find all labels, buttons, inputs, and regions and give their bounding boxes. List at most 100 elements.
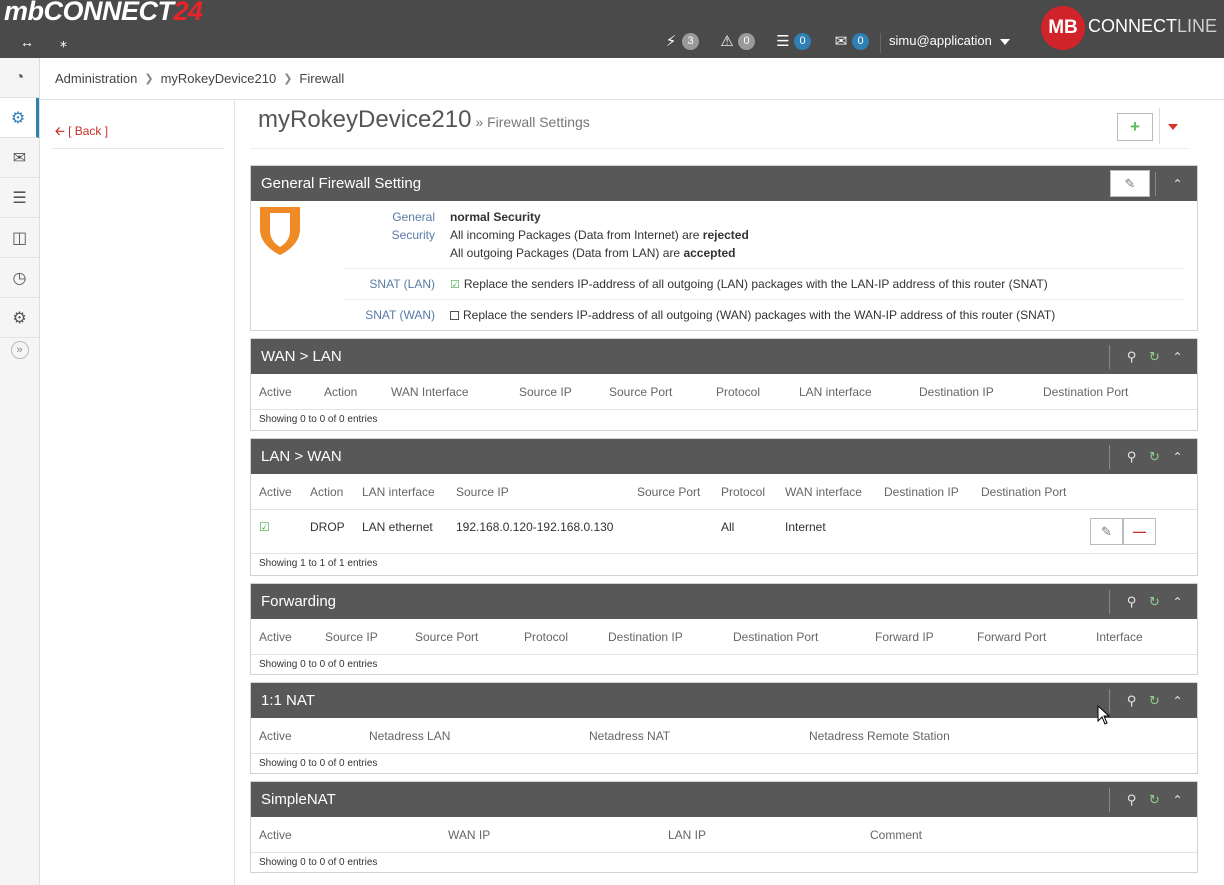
- search-icon[interactable]: ⚲: [1120, 792, 1143, 808]
- collapse-chevron-icon[interactable]: ⌃: [1166, 793, 1189, 807]
- divider: [1109, 344, 1110, 369]
- gears-icon: ⚙: [10, 109, 26, 127]
- refresh-icon[interactable]: ↻: [1143, 693, 1166, 709]
- column-header[interactable]: Active: [259, 385, 292, 399]
- dropdown-caret-icon[interactable]: [1168, 124, 1178, 130]
- column-header[interactable]: Source Port: [415, 630, 478, 644]
- snat-wan-row: Replace the senders IP-address of all ou…: [450, 308, 1055, 322]
- column-header[interactable]: Forward Port: [977, 630, 1046, 644]
- search-icon[interactable]: ⚲: [1120, 349, 1143, 365]
- column-header[interactable]: Active: [259, 630, 292, 644]
- breadcrumb-item-firewall: Firewall: [299, 71, 345, 86]
- security-details: normal Security All incoming Packages (D…: [450, 208, 749, 262]
- column-header[interactable]: LAN interface: [362, 485, 435, 499]
- column-header[interactable]: Netadress NAT: [589, 729, 670, 743]
- refresh-icon[interactable]: ↻: [1143, 792, 1166, 808]
- breadcrumb-item-device[interactable]: myRokeyDevice210: [161, 71, 277, 86]
- breadcrumb: Administration ❯ myRokeyDevice210 ❯ Fire…: [40, 58, 1224, 100]
- delete-row-button[interactable]: —: [1123, 518, 1156, 545]
- sidebar-item-messages[interactable]: ✉: [0, 138, 39, 178]
- user-menu[interactable]: simu@application: [880, 33, 1010, 53]
- edit-row-button[interactable]: ✎: [1090, 518, 1123, 545]
- column-header[interactable]: Netadress Remote Station: [809, 729, 950, 743]
- sidebar-expand[interactable]: »: [0, 338, 39, 362]
- simplenat-panel: SimpleNAT ⚲ ↻ ⌃ Active WAN IP LAN IP Com…: [250, 781, 1198, 873]
- notification-stat[interactable]: ⚡ 3: [662, 30, 699, 52]
- general-body: General Security normal Security All inc…: [251, 201, 1197, 327]
- refresh-icon[interactable]: ↻: [1143, 594, 1166, 610]
- collapse-chevron-icon[interactable]: ⌃: [1166, 177, 1189, 191]
- back-link[interactable]: 🡠 [ Back ]: [55, 122, 108, 143]
- user-name: simu@application: [889, 33, 992, 48]
- add-button[interactable]: +: [1117, 113, 1153, 141]
- mail-stat[interactable]: ✉ 0: [832, 30, 869, 52]
- column-header[interactable]: Destination Port: [733, 630, 818, 644]
- refresh-icon[interactable]: ↻: [1143, 349, 1166, 365]
- column-header[interactable]: Destination IP: [919, 385, 994, 399]
- column-header[interactable]: Source IP: [519, 385, 572, 399]
- column-header[interactable]: Interface: [1096, 630, 1143, 644]
- column-header[interactable]: Active: [259, 828, 292, 842]
- spinner-icon[interactable]: ⁎: [60, 34, 67, 51]
- column-header[interactable]: Active: [259, 485, 292, 499]
- column-header[interactable]: WAN Interface: [391, 385, 469, 399]
- left-column: 🡠 [ Back ]: [40, 100, 235, 885]
- mail-count-badge: 0: [852, 32, 869, 50]
- breadcrumb-item-administration[interactable]: Administration: [55, 71, 137, 86]
- divider: [1109, 589, 1110, 614]
- sidebar-item-history[interactable]: ◷: [0, 258, 39, 298]
- logo-connect-text: CONNECT: [1088, 16, 1177, 36]
- table-footer: Showing 0 to 0 of 0 entries: [259, 414, 378, 425]
- collapse-arrows-icon[interactable]: ↔: [20, 34, 34, 50]
- column-header[interactable]: Destination Port: [981, 485, 1066, 499]
- column-header[interactable]: Source IP: [456, 485, 509, 499]
- page-title-text: myRokeyDevice210: [258, 106, 472, 133]
- column-header[interactable]: Active: [259, 729, 292, 743]
- column-header[interactable]: Protocol: [716, 385, 760, 399]
- column-header[interactable]: Destination IP: [884, 485, 959, 499]
- bolt-icon: ⚡: [665, 33, 677, 50]
- checkbox-checked-icon: ☑: [450, 279, 460, 291]
- column-header[interactable]: WAN interface: [785, 485, 862, 499]
- search-icon[interactable]: ⚲: [1120, 693, 1143, 709]
- column-header[interactable]: Source IP: [325, 630, 378, 644]
- collapse-chevron-icon[interactable]: ⌃: [1166, 694, 1189, 708]
- sidebar-item-docs[interactable]: ◫: [0, 218, 39, 258]
- column-header[interactable]: Destination IP: [608, 630, 683, 644]
- collapse-chevron-icon[interactable]: ⌃: [1166, 350, 1189, 364]
- warning-stat[interactable]: ⚠ 0: [718, 30, 755, 52]
- collapse-chevron-icon[interactable]: ⌃: [1166, 450, 1189, 464]
- table-row[interactable]: ☑ DROP LAN ethernet 192.168.0.120-192.16…: [251, 510, 1197, 554]
- column-header[interactable]: Source Port: [609, 385, 672, 399]
- sidebar-item-settings[interactable]: ⚙: [0, 298, 39, 338]
- column-header[interactable]: Action: [310, 485, 343, 499]
- panel-title: General Firewall Setting: [261, 175, 422, 192]
- sidebar-item-administration[interactable]: ⚙: [0, 98, 39, 138]
- edit-button[interactable]: ✎: [1110, 170, 1150, 197]
- column-header[interactable]: Forward IP: [875, 630, 934, 644]
- gear-icon: ⚙: [12, 309, 27, 327]
- sidebar-item-devices[interactable]: ☰: [0, 178, 39, 218]
- column-header[interactable]: Action: [324, 385, 357, 399]
- search-icon[interactable]: ⚲: [1120, 594, 1143, 610]
- column-header[interactable]: Destination Port: [1043, 385, 1128, 399]
- back-label: [ Back ]: [68, 124, 109, 138]
- column-header[interactable]: Comment: [870, 828, 922, 842]
- refresh-icon[interactable]: ↻: [1143, 449, 1166, 465]
- server-stat[interactable]: ☰ 0: [774, 30, 811, 52]
- column-header[interactable]: LAN IP: [668, 828, 706, 842]
- top-bar: mbCONNECT24 ↔ ⁎ ⚡ 3 ⚠ 0 ☰ 0 ✉ 0 simu@app…: [0, 0, 1224, 58]
- column-header[interactable]: Netadress LAN: [369, 729, 450, 743]
- snat-wan-label: SNAT (WAN): [365, 308, 435, 322]
- cell-protocol: All: [721, 520, 735, 534]
- column-header[interactable]: LAN interface: [799, 385, 872, 399]
- column-header[interactable]: Protocol: [721, 485, 765, 499]
- search-icon[interactable]: ⚲: [1120, 449, 1143, 465]
- sidebar-item-dashboard[interactable]: ◔: [0, 58, 39, 98]
- column-header[interactable]: WAN IP: [448, 828, 490, 842]
- panel-tools: ⚲ ↻ ⌃: [1109, 782, 1197, 817]
- column-header[interactable]: Source Port: [637, 485, 700, 499]
- column-header[interactable]: Protocol: [524, 630, 568, 644]
- collapse-chevron-icon[interactable]: ⌃: [1166, 595, 1189, 609]
- panel-title: 1:1 NAT: [261, 692, 315, 709]
